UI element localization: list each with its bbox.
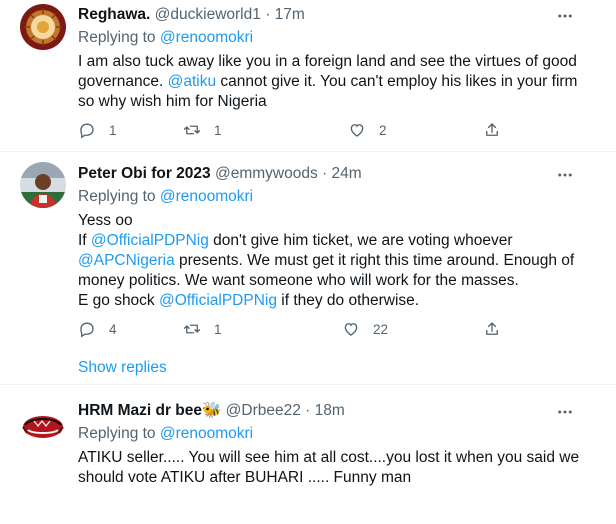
like-count: 2 — [379, 122, 387, 138]
handle[interactable]: @emmywoods — [215, 165, 318, 182]
like-button[interactable]: 2 — [348, 121, 387, 139]
tweet-reply[interactable]: Peter Obi for 2023 @emmywoods · 24m Repl… — [0, 152, 616, 382]
text-line: If @OfficialPDPNig don't give him ticket… — [78, 231, 596, 251]
replying-to-label: Replying to — [78, 188, 156, 205]
mention-link[interactable]: @renoomokri — [160, 425, 253, 442]
share-icon — [486, 123, 498, 136]
share-button[interactable] — [483, 121, 514, 139]
replying-to-label: Replying to — [78, 425, 156, 442]
display-name[interactable]: Reghawa. — [78, 6, 150, 23]
text-segment: don't give him ticket, we are voting who… — [208, 232, 513, 249]
retweet-count: 1 — [214, 122, 222, 138]
separator-dot: · — [265, 6, 271, 23]
bee-emoji: 🐝 — [202, 402, 222, 419]
text-line: Yess oo — [78, 212, 133, 229]
replying-to: Replying to @renoomokri — [78, 424, 596, 444]
timestamp[interactable]: 17m — [275, 6, 305, 23]
retweet-button[interactable]: 1 — [183, 320, 222, 338]
tweet-actions: 4 1 22 — [78, 320, 498, 340]
mention-link[interactable]: @OfficialPDPNig — [159, 292, 277, 309]
heart-icon — [350, 124, 364, 137]
like-button[interactable]: 22 — [342, 320, 388, 338]
retweet-button[interactable]: 1 — [183, 121, 222, 139]
tweet-header: HRM Mazi dr bee🐝 @Drbee22 · 18m — [78, 401, 596, 421]
tweet-text: ATIKU seller..... You will see him at al… — [78, 449, 580, 486]
handle[interactable]: @Drbee22 — [226, 402, 301, 419]
more-options-icon[interactable] — [554, 166, 576, 184]
reply-count: 1 — [109, 122, 117, 138]
mention-link[interactable]: @renoomokri — [160, 29, 253, 46]
share-icon — [486, 322, 498, 335]
text-segment: If — [78, 232, 91, 249]
tweet-reply[interactable]: HRM Mazi dr bee🐝 @Drbee22 · 18m Replying… — [0, 385, 616, 524]
tweet-actions: 1 1 2 — [78, 121, 498, 141]
timestamp[interactable]: 24m — [332, 165, 362, 182]
tweet-reply[interactable]: Reghawa. @duckieworld1 · 17m Replying to… — [0, 0, 616, 150]
reply-button[interactable]: 1 — [78, 121, 117, 139]
avatar[interactable] — [20, 401, 66, 447]
display-name[interactable]: Peter Obi for 2023 — [78, 165, 211, 182]
text-line: E go shock @OfficialPDPNig if they do ot… — [78, 291, 596, 311]
reply-button[interactable]: 4 — [78, 320, 117, 338]
avatar[interactable] — [20, 4, 66, 50]
mention-link[interactable]: @APCNigeria — [78, 252, 175, 269]
tweet-header: Peter Obi for 2023 @emmywoods · 24m — [78, 164, 596, 184]
display-name[interactable]: HRM Mazi dr bee — [78, 402, 202, 419]
retweet-icon — [183, 125, 201, 135]
like-count: 22 — [373, 321, 389, 337]
share-button[interactable] — [483, 320, 514, 338]
mention-link[interactable]: @renoomokri — [160, 188, 253, 205]
tweet-text: I am also tuck away like you in a foreig… — [78, 52, 596, 112]
replying-to: Replying to @renoomokri — [78, 28, 596, 48]
handle[interactable]: @duckieworld1 — [155, 6, 261, 23]
tweet-header: Reghawa. @duckieworld1 · 17m — [78, 5, 596, 25]
show-replies-link[interactable]: Show replies — [78, 359, 167, 377]
retweet-count: 1 — [214, 321, 222, 337]
separator-dot: · — [305, 402, 311, 419]
avatar[interactable] — [20, 162, 66, 208]
timestamp[interactable]: 18m — [315, 402, 345, 419]
mention-link[interactable]: @atiku — [168, 73, 216, 90]
reply-icon — [80, 322, 94, 338]
heart-icon — [344, 323, 358, 336]
separator-dot: · — [322, 165, 328, 182]
text-segment: if they do otherwise. — [276, 292, 420, 309]
reply-count: 4 — [109, 321, 117, 337]
tweet-text: Yess oo If @OfficialPDPNig don't give hi… — [78, 211, 596, 311]
reply-icon — [80, 123, 94, 139]
more-options-icon[interactable] — [554, 7, 576, 25]
text-line: @APCNigeria presents. We must get it rig… — [78, 251, 596, 291]
more-options-icon[interactable] — [554, 403, 576, 421]
mention-link[interactable]: @OfficialPDPNig — [91, 232, 209, 249]
retweet-icon — [183, 324, 201, 334]
reply-feed: Reghawa. @duckieworld1 · 17m Replying to… — [0, 0, 616, 524]
text-segment: E go shock — [78, 292, 159, 309]
replying-to: Replying to @renoomokri — [78, 187, 596, 207]
replying-to-label: Replying to — [78, 29, 156, 46]
